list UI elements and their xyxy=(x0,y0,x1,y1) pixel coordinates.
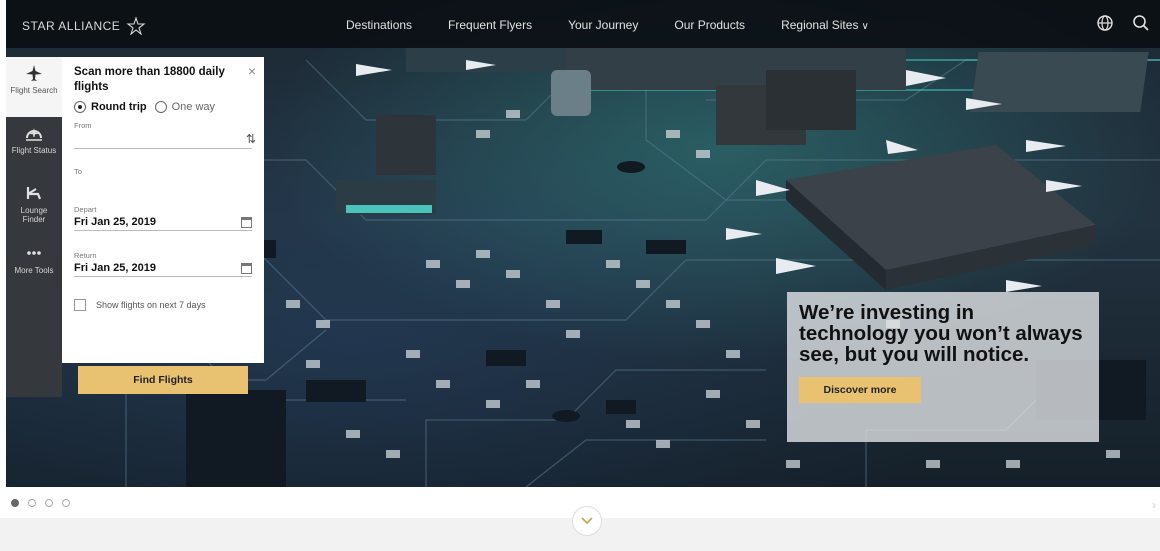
main-menu: Destinations Frequent Flyers Your Journe… xyxy=(346,18,905,32)
flex-dates-option: Show flights on next 7 days xyxy=(74,299,252,311)
top-navigation: STAR ALLIANCE Destinations Frequent Flye… xyxy=(6,0,1160,48)
chevron-down-icon xyxy=(581,517,593,525)
promo-card: We’re investing in technology you won’t … xyxy=(787,292,1099,442)
nav-regional-sites-label: Regional Sites xyxy=(781,18,859,32)
nav-your-journey[interactable]: Your Journey xyxy=(568,18,638,32)
round-trip-label[interactable]: Round trip xyxy=(91,101,147,113)
depart-label: Depart xyxy=(74,205,97,214)
tab-lounge-finder[interactable]: Lounge Finder xyxy=(6,177,62,237)
tab-flight-status[interactable]: Flight Status xyxy=(6,117,62,177)
close-icon[interactable]: × xyxy=(248,63,256,79)
chevron-down-icon: ∨ xyxy=(861,21,869,32)
tab-flight-search-label: Flight Search xyxy=(10,86,58,95)
one-way-radio[interactable] xyxy=(154,101,167,113)
flight-search-panel: Scan more than 18800 daily flights × Rou… xyxy=(62,57,264,363)
carousel-dot[interactable] xyxy=(28,499,36,507)
tab-flight-status-label: Flight Status xyxy=(11,146,57,155)
lounge-icon xyxy=(26,187,42,200)
panel-title: Scan more than 18800 daily flights xyxy=(74,66,225,93)
tab-more-tools-label: More Tools xyxy=(14,266,54,275)
brand-logo-link[interactable]: STAR ALLIANCE xyxy=(22,17,146,35)
carousel-dot[interactable] xyxy=(62,499,70,507)
discover-more-button[interactable]: Discover more xyxy=(799,377,921,403)
carousel-next-arrow[interactable]: › xyxy=(1152,498,1156,512)
to-label: To xyxy=(74,167,82,176)
find-flights-button[interactable]: Find Flights xyxy=(78,366,248,394)
carousel-pagination xyxy=(11,499,70,507)
swap-icon[interactable]: ⇅ xyxy=(246,132,256,146)
carousel-dot[interactable] xyxy=(11,499,19,507)
tab-flight-search[interactable]: Flight Search xyxy=(6,57,62,117)
round-trip-radio[interactable] xyxy=(74,101,86,113)
depart-date-field[interactable]: Fri Jan 25, 2019 xyxy=(74,214,252,231)
nav-regional-sites[interactable]: Regional Sites ∨ xyxy=(781,18,869,32)
flight-status-icon xyxy=(26,128,42,141)
from-input[interactable]: ⇅ xyxy=(74,130,256,149)
nav-frequent-flyers[interactable]: Frequent Flyers xyxy=(448,18,532,32)
nav-destinations[interactable]: Destinations xyxy=(346,18,412,32)
tools-sidebar: Flight Search Flight Status Lounge Finde… xyxy=(6,57,62,397)
depart-date-value: Fri Jan 25, 2019 xyxy=(74,216,156,228)
one-way-label[interactable]: One way xyxy=(172,101,215,113)
return-date-field[interactable]: Fri Jan 25, 2019 xyxy=(74,260,252,277)
scroll-down-button[interactable] xyxy=(572,506,602,536)
nav-our-products[interactable]: Our Products xyxy=(674,18,745,32)
globe-icon[interactable] xyxy=(1096,14,1114,32)
flex-dates-checkbox[interactable] xyxy=(74,299,86,311)
flex-dates-label[interactable]: Show flights on next 7 days xyxy=(96,300,206,310)
to-input[interactable] xyxy=(74,176,252,195)
calendar-icon[interactable] xyxy=(241,262,252,274)
from-label: From xyxy=(74,121,92,130)
more-icon xyxy=(27,251,41,255)
search-icon[interactable] xyxy=(1132,14,1150,32)
nav-icon-group xyxy=(1096,14,1150,32)
tab-more-tools[interactable]: More Tools xyxy=(6,237,62,297)
plane-icon xyxy=(26,65,42,81)
return-label: Return xyxy=(74,251,97,260)
brand-name: STAR ALLIANCE xyxy=(22,19,121,33)
tab-lounge-finder-label: Lounge Finder xyxy=(20,206,48,224)
return-date-value: Fri Jan 25, 2019 xyxy=(74,262,156,274)
promo-headline: We’re investing in technology you won’t … xyxy=(799,301,1083,366)
carousel-dot[interactable] xyxy=(45,499,53,507)
star-alliance-logo-icon xyxy=(126,17,146,35)
trip-type-group: Round trip One way xyxy=(74,101,252,113)
calendar-icon[interactable] xyxy=(241,216,252,228)
